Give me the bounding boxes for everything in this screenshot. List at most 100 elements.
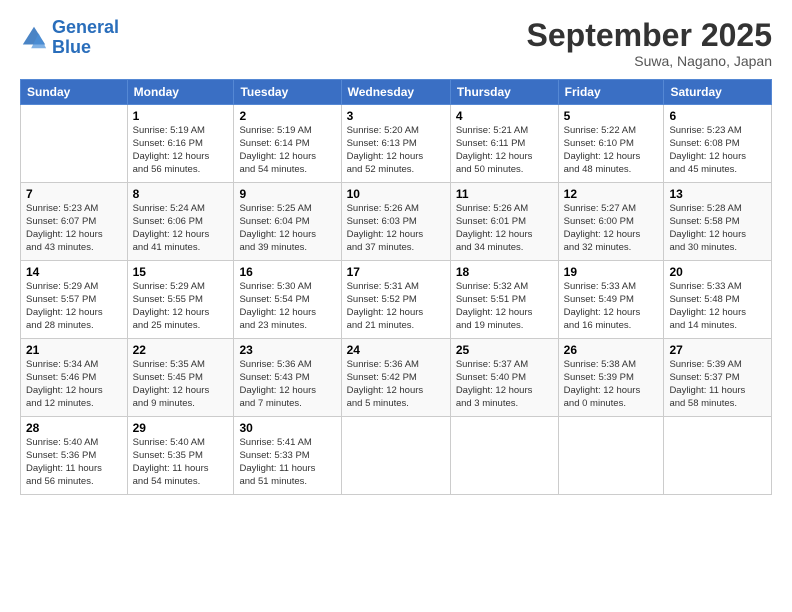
day-number: 28 [26,421,122,435]
calendar-body: 1 Sunrise: 5:19 AMSunset: 6:16 PMDaylight… [21,105,772,495]
calendar-cell: 16 Sunrise: 5:30 AMSunset: 5:54 PMDayligh… [234,261,341,339]
day-number: 1 [133,109,229,123]
day-number: 3 [347,109,445,123]
calendar-cell: 20 Sunrise: 5:33 AMSunset: 5:48 PMDayligh… [664,261,772,339]
day-number: 12 [564,187,659,201]
calendar-cell [341,417,450,495]
day-number: 19 [564,265,659,279]
day-number: 16 [239,265,335,279]
day-info: Sunrise: 5:20 AMSunset: 6:13 PMDaylight:… [347,125,445,176]
day-info: Sunrise: 5:36 AMSunset: 5:43 PMDaylight:… [239,359,335,410]
day-info: Sunrise: 5:38 AMSunset: 5:39 PMDaylight:… [564,359,659,410]
day-number: 8 [133,187,229,201]
col-friday: Friday [558,80,664,105]
calendar-week-5: 28Sunrise: 5:40 AMSunset: 5:36 PMDayligh… [21,417,772,495]
day-info: Sunrise: 5:22 AMSunset: 6:10 PMDaylight:… [564,125,659,176]
calendar-cell: 26Sunrise: 5:38 AMSunset: 5:39 PMDayligh… [558,339,664,417]
day-number: 18 [456,265,553,279]
day-info: Sunrise: 5:33 AMSunset: 5:48 PMDaylight:… [669,281,766,332]
page: General Blue September 2025 Suwa, Nagano… [0,0,792,612]
logo-icon [20,24,48,52]
day-info: Sunrise: 5:31 AMSunset: 5:52 PMDaylight:… [347,281,445,332]
calendar-table: Sunday Monday Tuesday Wednesday Thursday… [20,79,772,495]
calendar-cell: 14Sunrise: 5:29 AMSunset: 5:57 PMDayligh… [21,261,128,339]
day-info: Sunrise: 5:30 AMSunset: 5:54 PMDaylight:… [239,281,335,332]
calendar-cell [21,105,128,183]
day-number: 9 [239,187,335,201]
calendar-cell: 22 Sunrise: 5:35 AMSunset: 5:45 PMDayligh… [127,339,234,417]
calendar-week-4: 21 Sunrise: 5:34 AMSunset: 5:46 PMDayligh… [21,339,772,417]
calendar-cell: 28Sunrise: 5:40 AMSunset: 5:36 PMDayligh… [21,417,128,495]
calendar-cell [558,417,664,495]
calendar-cell [664,417,772,495]
day-info: Sunrise: 5:35 AMSunset: 5:45 PMDaylight:… [133,359,229,410]
day-info: Sunrise: 5:19 AMSunset: 6:16 PMDaylight:… [133,125,229,176]
calendar-cell: 1 Sunrise: 5:19 AMSunset: 6:16 PMDaylight… [127,105,234,183]
day-number: 27 [669,343,766,357]
day-info: Sunrise: 5:33 AMSunset: 5:49 PMDaylight:… [564,281,659,332]
calendar-week-3: 14Sunrise: 5:29 AMSunset: 5:57 PMDayligh… [21,261,772,339]
day-info: Sunrise: 5:26 AMSunset: 6:03 PMDaylight:… [347,203,445,254]
day-info: Sunrise: 5:27 AMSunset: 6:00 PMDaylight:… [564,203,659,254]
day-number: 20 [669,265,766,279]
logo-text: General Blue [52,18,119,58]
day-info: Sunrise: 5:26 AMSunset: 6:01 PMDaylight:… [456,203,553,254]
day-number: 22 [133,343,229,357]
day-number: 25 [456,343,553,357]
day-info: Sunrise: 5:19 AMSunset: 6:14 PMDaylight:… [239,125,335,176]
calendar-cell: 18Sunrise: 5:32 AMSunset: 5:51 PMDayligh… [450,261,558,339]
day-info: Sunrise: 5:23 AMSunset: 6:08 PMDaylight:… [669,125,766,176]
calendar-cell: 17Sunrise: 5:31 AMSunset: 5:52 PMDayligh… [341,261,450,339]
calendar-cell: 8 Sunrise: 5:24 AMSunset: 6:06 PMDaylight… [127,183,234,261]
day-info: Sunrise: 5:21 AMSunset: 6:11 PMDaylight:… [456,125,553,176]
calendar-cell: 13Sunrise: 5:28 AMSunset: 5:58 PMDayligh… [664,183,772,261]
day-number: 21 [26,343,122,357]
calendar-cell: 21 Sunrise: 5:34 AMSunset: 5:46 PMDayligh… [21,339,128,417]
day-number: 15 [133,265,229,279]
calendar-cell: 11Sunrise: 5:26 AMSunset: 6:01 PMDayligh… [450,183,558,261]
location: Suwa, Nagano, Japan [527,53,772,69]
col-saturday: Saturday [664,80,772,105]
day-number: 4 [456,109,553,123]
calendar-cell: 7 Sunrise: 5:23 AMSunset: 6:07 PMDaylight… [21,183,128,261]
logo: General Blue [20,18,119,58]
calendar-cell: 27Sunrise: 5:39 AMSunset: 5:37 PMDayligh… [664,339,772,417]
day-info: Sunrise: 5:25 AMSunset: 6:04 PMDaylight:… [239,203,335,254]
calendar-cell: 25 Sunrise: 5:37 AMSunset: 5:40 PMDayligh… [450,339,558,417]
calendar-week-1: 1 Sunrise: 5:19 AMSunset: 6:16 PMDaylight… [21,105,772,183]
day-number: 23 [239,343,335,357]
day-number: 7 [26,187,122,201]
col-sunday: Sunday [21,80,128,105]
calendar-cell: 23 Sunrise: 5:36 AMSunset: 5:43 PMDayligh… [234,339,341,417]
calendar-cell: 12 Sunrise: 5:27 AMSunset: 6:00 PMDayligh… [558,183,664,261]
day-number: 2 [239,109,335,123]
calendar-cell: 19 Sunrise: 5:33 AMSunset: 5:49 PMDayligh… [558,261,664,339]
calendar-cell: 2 Sunrise: 5:19 AMSunset: 6:14 PMDaylight… [234,105,341,183]
day-info: Sunrise: 5:34 AMSunset: 5:46 PMDaylight:… [26,359,122,410]
day-info: Sunrise: 5:24 AMSunset: 6:06 PMDaylight:… [133,203,229,254]
day-number: 29 [133,421,229,435]
logo-general: General [52,17,119,37]
day-number: 24 [347,343,445,357]
header: General Blue September 2025 Suwa, Nagano… [20,18,772,69]
calendar-cell: 4 Sunrise: 5:21 AMSunset: 6:11 PMDaylight… [450,105,558,183]
logo-blue: Blue [52,37,91,57]
day-info: Sunrise: 5:23 AMSunset: 6:07 PMDaylight:… [26,203,122,254]
day-info: Sunrise: 5:28 AMSunset: 5:58 PMDaylight:… [669,203,766,254]
calendar-cell: 29Sunrise: 5:40 AMSunset: 5:35 PMDayligh… [127,417,234,495]
calendar-cell: 9 Sunrise: 5:25 AMSunset: 6:04 PMDaylight… [234,183,341,261]
calendar-header: Sunday Monday Tuesday Wednesday Thursday… [21,80,772,105]
day-number: 30 [239,421,335,435]
day-info: Sunrise: 5:29 AMSunset: 5:55 PMDaylight:… [133,281,229,332]
day-info: Sunrise: 5:37 AMSunset: 5:40 PMDaylight:… [456,359,553,410]
month-title: September 2025 [527,18,772,53]
col-monday: Monday [127,80,234,105]
day-info: Sunrise: 5:29 AMSunset: 5:57 PMDaylight:… [26,281,122,332]
calendar-cell: 6Sunrise: 5:23 AMSunset: 6:08 PMDaylight… [664,105,772,183]
calendar-cell: 30 Sunrise: 5:41 AMSunset: 5:33 PMDayligh… [234,417,341,495]
day-info: Sunrise: 5:41 AMSunset: 5:33 PMDaylight:… [239,437,335,488]
calendar-cell: 3 Sunrise: 5:20 AMSunset: 6:13 PMDaylight… [341,105,450,183]
day-number: 10 [347,187,445,201]
calendar-cell: 24Sunrise: 5:36 AMSunset: 5:42 PMDayligh… [341,339,450,417]
calendar-cell [450,417,558,495]
